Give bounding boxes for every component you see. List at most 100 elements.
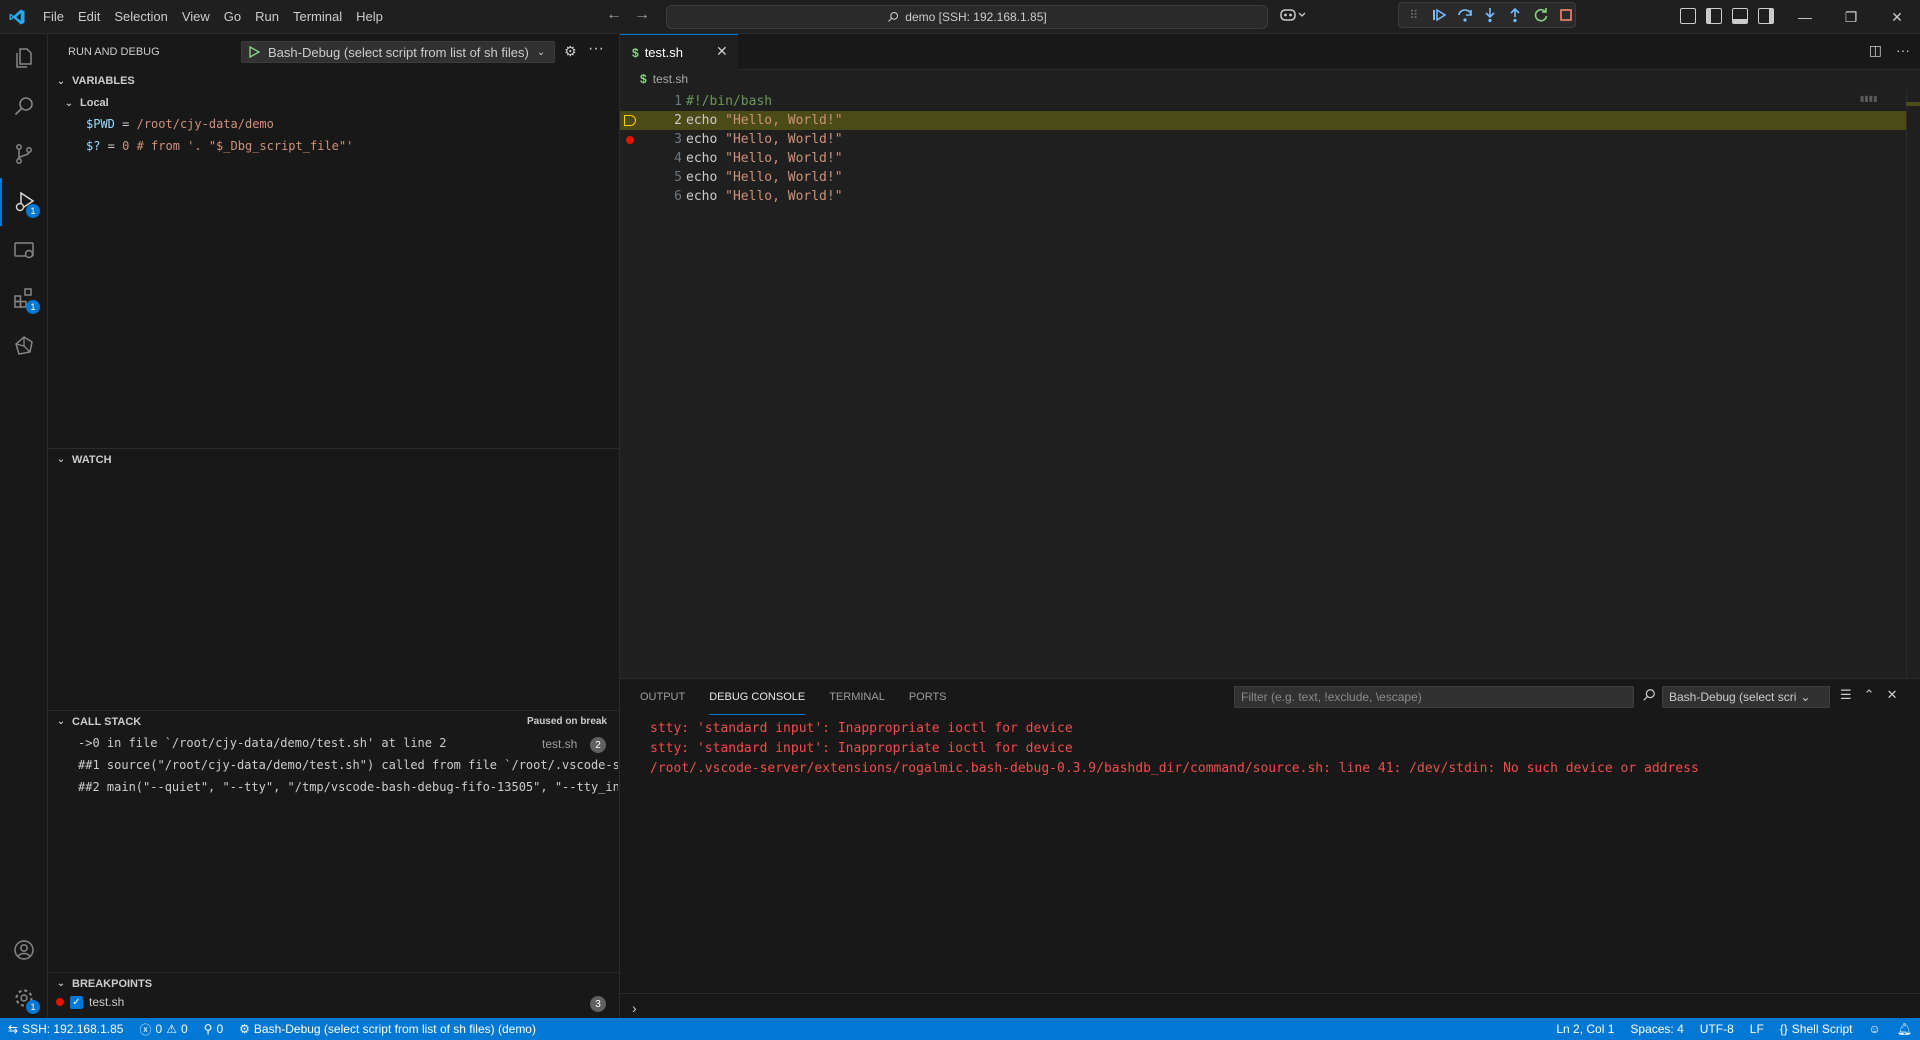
continue-icon[interactable]	[1430, 6, 1447, 24]
explorer-icon[interactable]	[0, 34, 48, 82]
breakpoint-dot-icon[interactable]	[626, 136, 634, 144]
menu-run[interactable]: Run	[248, 0, 286, 34]
chevron-down-icon: ⌄	[56, 454, 66, 465]
run-debug-icon[interactable]: 1	[0, 178, 48, 226]
line-number: 3	[674, 132, 682, 147]
menu-selection[interactable]: Selection	[107, 0, 174, 34]
editor-scrollbar[interactable]	[1906, 90, 1920, 678]
deploy-icon[interactable]	[0, 322, 48, 370]
launch-config-select[interactable]: Bash-Debug (select script from list of s…	[241, 41, 555, 63]
code-line[interactable]: 3 echo "Hello, World!"	[620, 130, 1910, 149]
toggle-panel-icon[interactable]	[1732, 8, 1748, 24]
maximize-panel-icon[interactable]: ⌃	[1864, 687, 1875, 703]
ports-indicator[interactable]: ⚲ 0	[196, 1018, 231, 1040]
problems-indicator[interactable]: ⓧ 0 ⚠ 0	[131, 1018, 195, 1040]
menu-view[interactable]: View	[175, 0, 217, 34]
menu-file[interactable]: File	[36, 0, 71, 34]
stack-frame[interactable]: ##1 source("/root/cjy-data/demo/test.sh"…	[78, 758, 618, 772]
variable-row[interactable]: $? = 0 # from '. "$_Dbg_script_file"'	[86, 139, 353, 153]
step-over-icon[interactable]	[1456, 6, 1473, 24]
menu-edit[interactable]: Edit	[71, 0, 107, 34]
step-into-icon[interactable]	[1481, 6, 1498, 24]
panel-tab-terminal[interactable]: TERMINAL	[829, 679, 885, 715]
extensions-icon[interactable]: 1	[0, 274, 48, 322]
more-actions-icon[interactable]: ···	[588, 40, 604, 58]
variable-row[interactable]: $PWD = /root/cjy-data/demo	[86, 117, 274, 131]
minimap[interactable]: ▮▮▮▮	[1860, 94, 1880, 104]
console-line: stty: 'standard input': Inappropriate io…	[650, 721, 1073, 736]
menu-terminal[interactable]: Terminal	[286, 0, 349, 34]
call-stack-header[interactable]: ⌄ CALL STACK Paused on break	[48, 710, 619, 732]
menu-help[interactable]: Help	[349, 0, 390, 34]
breadcrumb[interactable]: $ test.sh	[640, 72, 688, 86]
stack-frame[interactable]: ->0 in file `/root/cjy-data/demo/test.sh…	[78, 736, 618, 750]
forward-arrow-icon[interactable]: →	[634, 6, 650, 24]
code-line[interactable]: 2 echo "Hello, World!"	[620, 111, 1910, 130]
code-text: echo "Hello, World!"	[686, 168, 843, 187]
breakpoint-item[interactable]: ✓ test.sh	[56, 995, 124, 1009]
variables-header[interactable]: ⌄ VARIABLES	[48, 70, 619, 92]
line-number: 1	[674, 94, 682, 109]
code-line[interactable]: 1 #!/bin/bash	[620, 92, 1910, 111]
customize-layout-icon[interactable]	[1680, 8, 1696, 24]
breakpoint-checkbox[interactable]: ✓	[70, 995, 83, 1009]
copilot-icon[interactable]	[1280, 7, 1306, 26]
editor-tab-bar: $ test.sh ✕ ◫ ···	[620, 34, 1920, 70]
notifications-icon[interactable]: 🔔︎	[1889, 1018, 1920, 1040]
restore-icon[interactable]: ❐	[1828, 0, 1874, 34]
back-arrow-icon[interactable]: ←	[606, 6, 622, 24]
clear-console-icon[interactable]: ☰	[1840, 687, 1852, 703]
stack-frame[interactable]: ##2 main("--quiet", "--tty", "/tmp/vscod…	[78, 780, 618, 794]
minimize-icon[interactable]: —	[1782, 0, 1828, 34]
close-window-icon[interactable]: ✕	[1874, 0, 1920, 34]
start-debugging-icon[interactable]	[248, 46, 260, 58]
code-token: "Hello, World!"	[725, 151, 843, 166]
code-line[interactable]: 4 echo "Hello, World!"	[620, 149, 1910, 168]
debug-current-line-icon	[624, 115, 636, 126]
copilot-status-icon[interactable]: ☺	[1861, 1018, 1889, 1040]
indentation[interactable]: Spaces: 4	[1622, 1018, 1691, 1040]
filter-icon[interactable]	[1642, 688, 1656, 705]
restart-icon[interactable]	[1532, 6, 1549, 24]
account-icon[interactable]	[0, 926, 48, 974]
stop-icon[interactable]	[1558, 6, 1575, 24]
remote-indicator[interactable]: ⇆ SSH: 192.168.1.85	[0, 1018, 131, 1040]
close-icon[interactable]: ✕	[716, 43, 728, 60]
code-line[interactable]: 6 echo "Hello, World!"	[620, 187, 1910, 206]
code-token: #!/bin/bash	[686, 94, 773, 109]
toggle-primary-sidebar-icon[interactable]	[1706, 8, 1722, 24]
breakpoint-file: test.sh	[89, 995, 125, 1009]
language-mode[interactable]: {} Shell Script	[1772, 1018, 1861, 1040]
search-icon[interactable]	[0, 82, 48, 130]
watch-header[interactable]: ⌄ WATCH	[48, 448, 619, 470]
encoding[interactable]: UTF-8	[1692, 1018, 1742, 1040]
code-editor[interactable]: 1 #!/bin/bash 2 echo "Hello, World!" 3 echo "…	[620, 90, 1920, 678]
panel-tab-debug-console[interactable]: DEBUG CONSOLE	[709, 679, 806, 715]
toggle-secondary-sidebar-icon[interactable]	[1758, 8, 1774, 24]
drag-handle-icon[interactable]: ⠿	[1405, 6, 1422, 24]
scope-local[interactable]: ⌄ Local	[48, 92, 619, 114]
source-control-icon[interactable]	[0, 130, 48, 178]
scrollbar-marker	[1906, 102, 1920, 106]
command-center[interactable]: demo [SSH: 192.168.1.85]	[666, 5, 1268, 29]
breakpoints-header[interactable]: ⌄ BREAKPOINTS	[48, 972, 619, 994]
cursor-position[interactable]: Ln 2, Col 1	[1548, 1018, 1622, 1040]
split-editor-icon[interactable]: ◫	[1869, 42, 1882, 59]
search-icon	[888, 11, 899, 22]
remote-explorer-icon[interactable]	[0, 226, 48, 274]
manage-gear-icon[interactable]: 1	[0, 974, 48, 1022]
gear-icon[interactable]: ⚙	[564, 43, 577, 60]
more-actions-icon[interactable]: ···	[1896, 42, 1910, 59]
panel-tab-output[interactable]: OUTPUT	[640, 679, 685, 715]
close-panel-icon[interactable]: ✕	[1887, 687, 1898, 703]
step-out-icon[interactable]	[1507, 6, 1524, 24]
code-line[interactable]: 5 echo "Hello, World!"	[620, 168, 1910, 187]
end-of-line[interactable]: LF	[1742, 1018, 1772, 1040]
panel-tab-ports[interactable]: PORTS	[909, 679, 947, 715]
braces-icon: {}	[1779, 1022, 1788, 1036]
debug-session-select[interactable]: Bash-Debug (select scri ⌄	[1662, 686, 1830, 708]
debug-session-indicator[interactable]: ⚙ Bash-Debug (select script from list of…	[231, 1018, 544, 1040]
menu-go[interactable]: Go	[217, 0, 248, 34]
console-filter-input[interactable]	[1234, 686, 1634, 708]
